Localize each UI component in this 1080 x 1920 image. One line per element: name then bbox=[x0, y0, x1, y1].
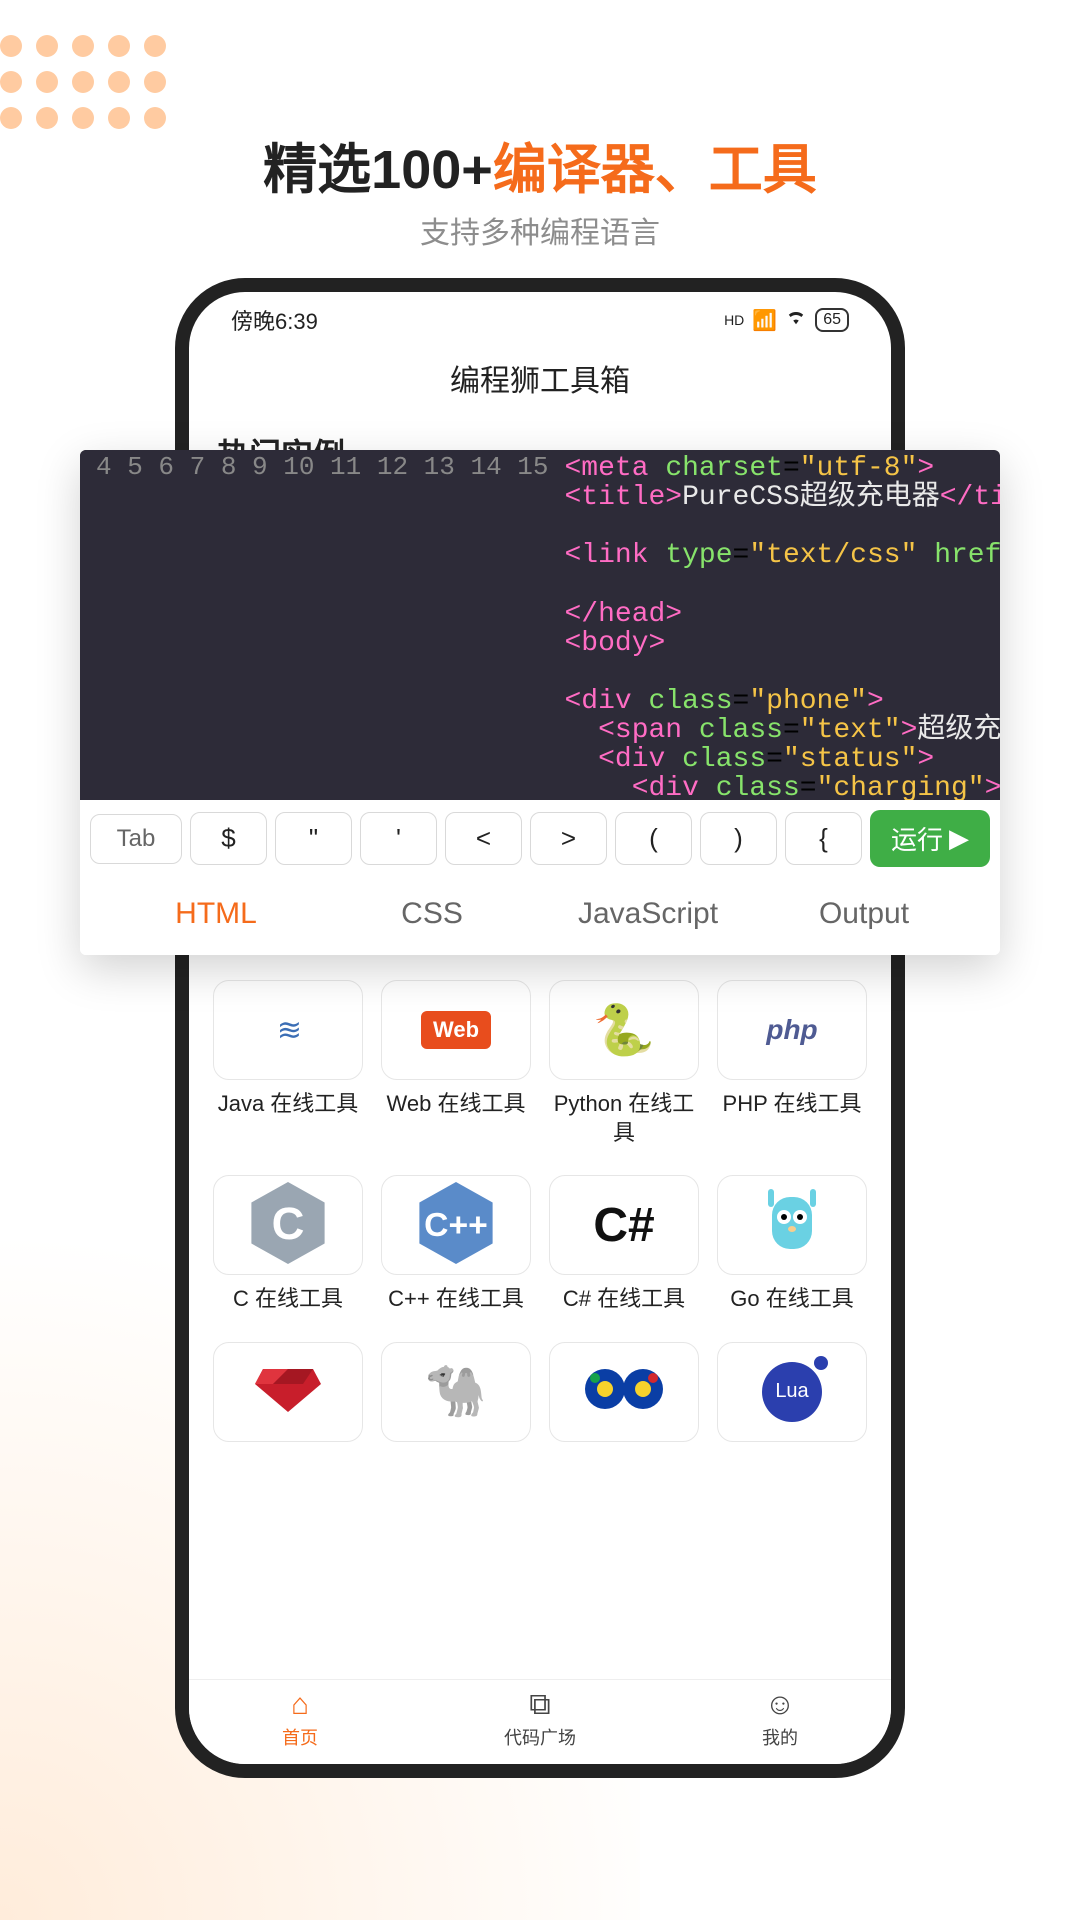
go-icon bbox=[760, 1183, 824, 1268]
php-icon: php bbox=[766, 1014, 817, 1046]
headline: 精选100+编译器、工具 bbox=[0, 125, 1080, 204]
cpp-icon: C++ bbox=[419, 1182, 493, 1269]
key-'[interactable]: ' bbox=[360, 812, 437, 865]
tool-c[interactable]: C C 在线工具 bbox=[213, 1175, 363, 1314]
tool-csharp[interactable]: C# C# 在线工具 bbox=[549, 1175, 699, 1314]
tools-row-2: C C 在线工具 C++ C++ 在线工具 C# C# 在线工具 bbox=[189, 1175, 891, 1314]
tool-php[interactable]: php PHP 在线工具 bbox=[717, 980, 867, 1147]
line-gutter: 4 5 6 7 8 9 10 11 12 13 14 15 bbox=[80, 450, 558, 800]
tool-cpp[interactable]: C++ C++ 在线工具 bbox=[381, 1175, 531, 1314]
bottom-nav: ⌂ 首页 ⧉ 代码广场 ☺ 我的 bbox=[189, 1679, 891, 1764]
perl-icon: 🐪 bbox=[425, 1362, 487, 1421]
tab-javascript[interactable]: JavaScript bbox=[540, 897, 756, 931]
tool-ruby[interactable] bbox=[213, 1342, 363, 1442]
java-icon: ≋ bbox=[277, 1013, 299, 1048]
user-icon: ☺ bbox=[762, 1690, 798, 1720]
tool-lua[interactable]: Lua bbox=[717, 1342, 867, 1442]
status-time: 傍晚6:39 bbox=[231, 304, 318, 336]
key-$[interactable]: $ bbox=[190, 812, 267, 865]
code-plaza-icon: ⧉ bbox=[504, 1690, 576, 1720]
key-<[interactable]: < bbox=[445, 812, 522, 865]
tab-html[interactable]: HTML bbox=[108, 897, 324, 931]
raku-icon bbox=[581, 1364, 667, 1419]
csharp-icon: C# bbox=[593, 1198, 654, 1253]
decorative-dots bbox=[0, 35, 166, 129]
key-"[interactable]: " bbox=[275, 812, 352, 865]
home-icon: ⌂ bbox=[282, 1690, 318, 1720]
tool-web[interactable]: Web Web 在线工具 bbox=[381, 980, 531, 1147]
tool-java[interactable]: ≋ Java 在线工具 bbox=[213, 980, 363, 1147]
svg-text:C++: C++ bbox=[424, 1207, 488, 1244]
code-editor-card: 4 5 6 7 8 9 10 11 12 13 14 15 <meta char… bbox=[80, 450, 1000, 955]
headline-pre: 精选100+ bbox=[263, 140, 493, 200]
battery-icon: 65 bbox=[815, 308, 849, 332]
signal-hd-icon: HD bbox=[724, 312, 744, 328]
tools-row-1: ≋ Java 在线工具 Web Web 在线工具 🐍 Python 在线工具 p… bbox=[189, 980, 891, 1147]
nav-plaza[interactable]: ⧉ 代码广场 bbox=[504, 1690, 576, 1750]
play-icon: ▶ bbox=[949, 823, 969, 854]
tool-raku[interactable] bbox=[549, 1342, 699, 1442]
key-)[interactable]: ) bbox=[700, 812, 777, 865]
headline-accent: 编译器、工具 bbox=[493, 140, 817, 200]
code-area[interactable]: 4 5 6 7 8 9 10 11 12 13 14 15 <meta char… bbox=[80, 450, 1000, 800]
page-title: 编程狮工具箱 bbox=[189, 356, 891, 400]
nav-home[interactable]: ⌂ 首页 bbox=[282, 1690, 318, 1750]
python-icon: 🐍 bbox=[593, 1001, 655, 1060]
ruby-icon bbox=[253, 1364, 323, 1419]
c-icon: C bbox=[251, 1182, 325, 1269]
tool-perl[interactable]: 🐪 bbox=[381, 1342, 531, 1442]
wifi-icon bbox=[785, 308, 807, 332]
svg-text:C: C bbox=[272, 1198, 305, 1249]
lua-icon: Lua bbox=[762, 1362, 822, 1422]
phone-statusbar: 傍晚6:39 HD 📶 65 bbox=[189, 292, 891, 340]
key-tab[interactable]: Tab bbox=[90, 814, 182, 864]
tool-go[interactable]: Go 在线工具 bbox=[717, 1175, 867, 1314]
key-([interactable]: ( bbox=[615, 812, 692, 865]
tools-row-3: 🐪 Lua bbox=[189, 1342, 891, 1442]
web-icon: Web bbox=[421, 1011, 491, 1049]
symbol-keyboard-row: Tab$"'<>(){运行 ▶ bbox=[80, 800, 1000, 877]
key-{[interactable]: { bbox=[785, 812, 862, 865]
run-button[interactable]: 运行 ▶ bbox=[870, 810, 990, 867]
code-content[interactable]: <meta charset="utf-8"> <title>PureCSS超级充… bbox=[558, 450, 1000, 800]
tab-css[interactable]: CSS bbox=[324, 897, 540, 931]
nav-me[interactable]: ☺ 我的 bbox=[762, 1690, 798, 1750]
subhead: 支持多种编程语言 bbox=[0, 208, 1080, 252]
tool-python[interactable]: 🐍 Python 在线工具 bbox=[549, 980, 699, 1147]
editor-tabs: HTML CSS JavaScript Output bbox=[80, 877, 1000, 955]
signal-icon: 📶 bbox=[752, 308, 777, 333]
tab-output[interactable]: Output bbox=[756, 897, 972, 931]
key->[interactable]: > bbox=[530, 812, 607, 865]
